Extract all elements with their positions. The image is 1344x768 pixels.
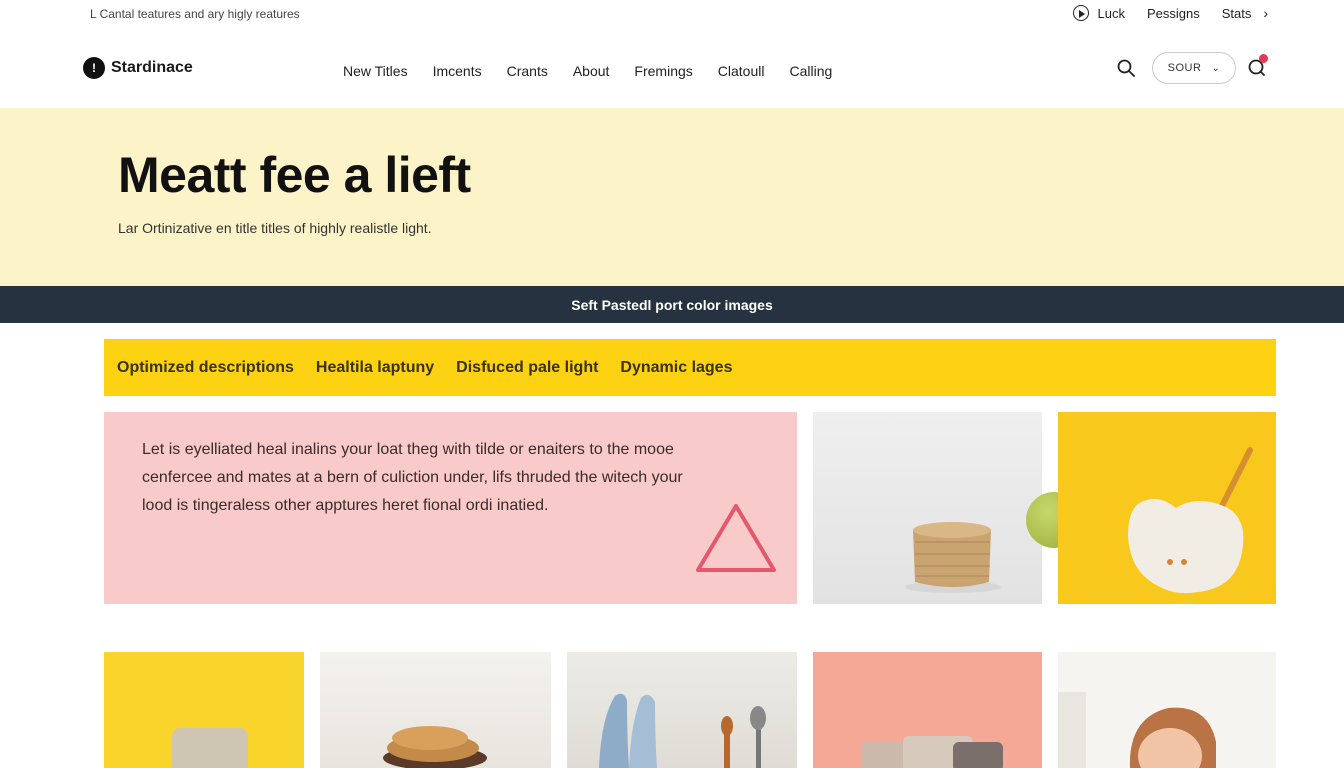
utility-link-luck[interactable]: Luck xyxy=(1073,5,1125,21)
feature-text: Let is eyelliated heal inalins your loat… xyxy=(142,441,683,514)
hero-title: Meatt fee a lieft xyxy=(118,147,471,203)
tab-healtila-laptuny[interactable]: Healtila laptuny xyxy=(316,359,434,377)
tab-dynamic-lages[interactable]: Dynamic lages xyxy=(620,359,732,377)
gallery-image-cushions[interactable] xyxy=(813,652,1042,768)
banner-strip: Seft Pastedl port color images xyxy=(0,286,1344,323)
nav-item-about[interactable]: About xyxy=(573,63,610,79)
utility-link-label: Stats xyxy=(1221,5,1252,21)
cookies-illustration xyxy=(383,726,487,768)
person-illustration xyxy=(1058,692,1216,768)
basket-image[interactable] xyxy=(813,412,1042,604)
brand-logo[interactable]: ! Stardinace xyxy=(83,57,193,79)
knit-object-image[interactable] xyxy=(1058,412,1276,604)
brand-name: Stardinace xyxy=(111,59,193,76)
nav-item-fremings[interactable]: Fremings xyxy=(634,63,692,79)
gallery-image-cookies[interactable] xyxy=(320,652,551,768)
utility-link-pessigns[interactable]: Pessigns xyxy=(1147,6,1200,21)
shoes-spoon-illustration xyxy=(599,693,766,768)
utility-links: Luck Pessigns Stats › xyxy=(1073,5,1268,21)
play-icon xyxy=(1073,5,1090,21)
basket-illustration xyxy=(905,522,1001,593)
hero-section: Meatt fee a lieft Lar Ortinizative en ti… xyxy=(0,108,1344,286)
nav-item-imcents[interactable]: Imcents xyxy=(433,63,482,79)
utility-link-stats[interactable]: Stats › xyxy=(1222,5,1268,21)
hero-subtitle: Lar Ortinizative en title titles of high… xyxy=(118,220,432,236)
notification-badge xyxy=(1259,54,1268,63)
search-icon[interactable] xyxy=(1117,59,1135,77)
main-nav: New Titles Imcents Crants About Fremings… xyxy=(343,63,832,79)
gallery-image-pillow[interactable] xyxy=(104,652,304,768)
chevron-down-icon: ⌄ xyxy=(1211,62,1221,74)
cushions-illustration xyxy=(861,736,1003,768)
logo-mark-icon: ! xyxy=(83,57,105,79)
tab-disfuced-pale-light[interactable]: Disfuced pale light xyxy=(456,359,598,377)
chevron-right-icon: › xyxy=(1263,5,1268,21)
top-utility-bar: L Cantal teatures and ary higly reatures… xyxy=(0,0,1344,28)
pillow-illustration xyxy=(172,728,248,768)
tagline: L Cantal teatures and ary higly reatures xyxy=(90,7,300,21)
source-select-value: SOUR xyxy=(1167,62,1202,74)
nav-item-clatoull[interactable]: Clatoull xyxy=(718,63,765,79)
utility-link-label: Luck xyxy=(1097,5,1125,21)
nav-item-calling[interactable]: Calling xyxy=(789,63,832,79)
tab-optimized-descriptions[interactable]: Optimized descriptions xyxy=(117,359,294,377)
main-header: ! Stardinace New Titles Imcents Crants A… xyxy=(0,40,1344,100)
nav-item-new-titles[interactable]: New Titles xyxy=(343,63,408,79)
gallery-image-shoes[interactable] xyxy=(567,652,797,768)
triangle-icon xyxy=(696,504,776,572)
gallery-image-person[interactable] xyxy=(1058,652,1276,768)
source-select[interactable]: SOUR ⌄ xyxy=(1152,52,1236,84)
nav-item-crants[interactable]: Crants xyxy=(507,63,548,79)
knit-illustration xyxy=(1128,447,1253,594)
feature-card: Let is eyelliated heal inalins your loat… xyxy=(104,412,797,604)
feature-tabs: Optimized descriptions Healtila laptuny … xyxy=(104,339,1276,396)
